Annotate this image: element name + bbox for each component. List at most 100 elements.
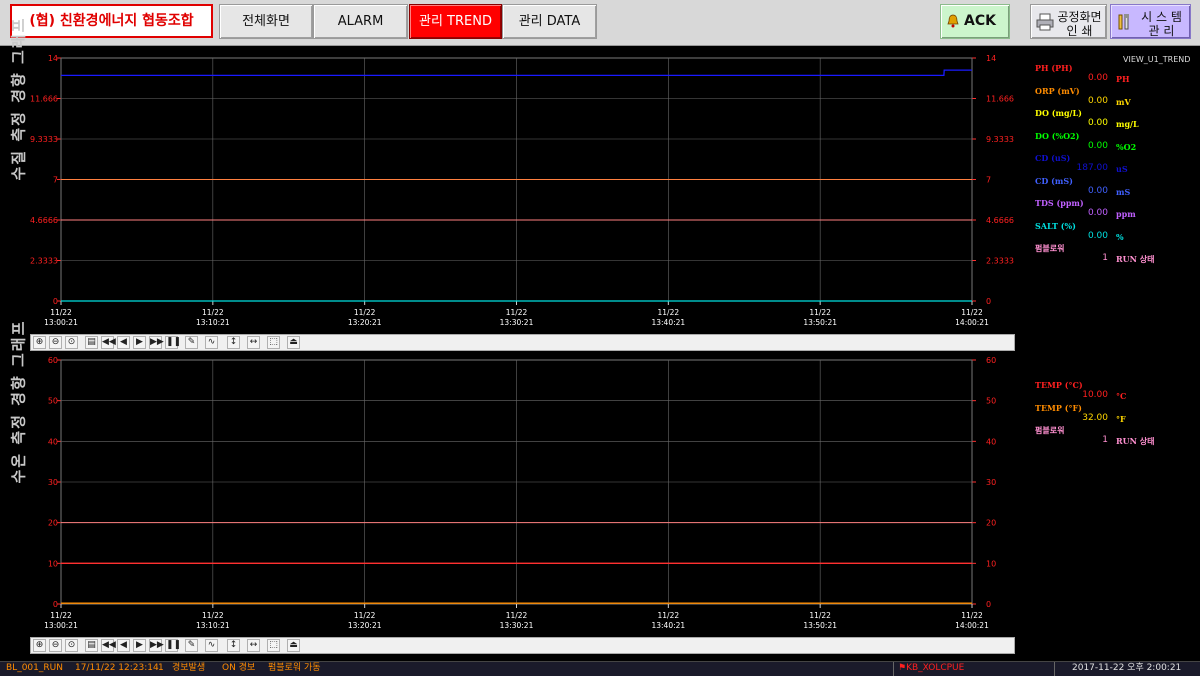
top-x-tick-date: 11/22: [506, 308, 528, 317]
brand-title: (협) 친환경에너지 협동조합: [10, 4, 213, 38]
bottom-y-tick-label-left: 40: [48, 437, 58, 446]
legend-series-unit: uS: [1116, 164, 1128, 174]
x-scale-icon[interactable]: ↔: [247, 336, 260, 349]
legend-series-unit: mg/L: [1116, 119, 1139, 129]
top-trend-chart[interactable]: 14 14 11.666 11.666 9.3333 9.3333 7 7 4.6666 4.66…: [0, 46, 1030, 334]
legend-series-name: PH (PH): [1035, 63, 1073, 73]
print-label-2: 인 쇄: [1066, 24, 1093, 38]
top-toolbar: (협) 친환경에너지 협동조합 전체화면 ALARM 관리 TREND 관리 D…: [0, 0, 1200, 46]
step-forward-icon[interactable]: ▶: [133, 639, 146, 652]
rewind-fast-icon[interactable]: ◀◀: [101, 336, 116, 349]
nav-overview-button[interactable]: 전체화면: [219, 4, 313, 39]
bottom-x-tick-time: 13:00:21: [44, 621, 78, 630]
print-icon[interactable]: ▤: [85, 336, 98, 349]
step-forward-icon[interactable]: ▶: [133, 336, 146, 349]
legend-series-unit: RUN 상태: [1116, 436, 1155, 446]
legend-series-unit: %: [1116, 231, 1124, 242]
step-back-icon[interactable]: ◀: [117, 639, 130, 652]
x-scale-icon[interactable]: ↔: [247, 639, 260, 652]
bottom-y-tick-label-left: 50: [48, 397, 58, 406]
bottom-x-tick-time: 13:10:21: [196, 621, 230, 630]
bottom-x-tick-time: 13:20:21: [348, 621, 382, 630]
top-y-tick-label-left: 2.3333: [30, 257, 58, 266]
trend-style-icon[interactable]: ∿: [205, 639, 218, 652]
bottom-y-tick-label-left: 0: [53, 600, 58, 609]
legend-series-value: 1: [1102, 253, 1108, 263]
top-x-tick-date: 11/22: [658, 308, 680, 317]
forward-fast-icon[interactable]: ▶▶: [149, 639, 164, 652]
system-management-button[interactable]: 시 스 템 관 리: [1110, 4, 1191, 39]
top-y-tick-label-right: 0: [986, 297, 991, 306]
bottom-x-tick-time: 13:40:21: [651, 621, 685, 630]
print-icon[interactable]: ▤: [85, 639, 98, 652]
top-x-tick-time: 13:00:21: [44, 318, 78, 327]
bottom-x-tick-time: 13:50:21: [803, 621, 837, 630]
top-y-tick-label-left: 7: [53, 176, 58, 185]
forward-fast-icon[interactable]: ▶▶: [149, 336, 164, 349]
legend-series-value: 1: [1102, 435, 1108, 445]
top-x-tick-time: 13:50:21: [803, 318, 837, 327]
zoom-in-icon[interactable]: ⊕: [33, 336, 46, 349]
bottom-y-tick-label-right: 40: [986, 437, 996, 446]
range-icon[interactable]: ⬚: [267, 336, 280, 349]
top-trend-toolbar: ⊕ ⊖ ⊙ ▤ ◀◀ ◀ ▶ ▶▶ ❚❚ ✎ ∿ ↕ ↔ ⬚ ⏏: [30, 334, 1015, 351]
nav-trend-button[interactable]: 관리 TREND: [409, 4, 502, 39]
bottom-trend-chart[interactable]: 60 6050 5040 4030 3020 2010 100 011/2213:00:211…: [0, 352, 1030, 636]
status-count: 1: [158, 663, 164, 673]
bell-icon: [947, 14, 959, 28]
eject-icon[interactable]: ⏏: [287, 639, 300, 652]
top-y-tick-label-right: 2.3333: [986, 257, 1014, 266]
bottom-x-tick-time: 13:30:21: [500, 621, 534, 630]
bottom-x-tick-date: 11/22: [354, 611, 376, 620]
bottom-y-tick-label-right: 10: [986, 559, 996, 568]
top-x-tick-date: 11/22: [809, 308, 831, 317]
status-tag: BL_001_RUN: [6, 663, 63, 673]
pens-icon[interactable]: ✎: [185, 639, 198, 652]
top-y-tick-label-left: 0: [53, 297, 58, 306]
eject-icon[interactable]: ⏏: [287, 336, 300, 349]
step-back-icon[interactable]: ◀: [117, 336, 130, 349]
bottom-y-tick-label-right: 30: [986, 478, 996, 487]
legend-series-name: CD (mS): [1035, 175, 1073, 186]
nav-alarm-button[interactable]: ALARM: [313, 4, 408, 39]
legend-series-value: 0.00: [1087, 208, 1108, 218]
bottom-x-tick-date: 11/22: [202, 611, 224, 620]
top-y-tick-label-right: 4.6666: [986, 216, 1014, 225]
status-alarm-code[interactable]: ⚑KB_XOLCPUE: [898, 662, 964, 675]
zoom-reset-icon[interactable]: ⊙: [65, 639, 78, 652]
alarm-flag-icon: ⚑: [898, 663, 907, 673]
rewind-fast-icon[interactable]: ◀◀: [101, 639, 116, 652]
top-x-tick-date: 11/22: [202, 308, 224, 317]
ack-button[interactable]: ACK: [940, 4, 1010, 39]
legend-series-name: TEMP (°F): [1035, 402, 1082, 413]
top-y-tick-label-left: 9.3333: [30, 135, 58, 144]
legend-series-value: 0.00: [1087, 73, 1108, 83]
top-y-tick-label-right: 11.666: [986, 95, 1014, 104]
top-x-tick-time: 13:30:21: [500, 318, 534, 327]
nav-data-button[interactable]: 관리 DATA: [502, 4, 597, 39]
trend-style-icon[interactable]: ∿: [205, 336, 218, 349]
zoom-out-icon[interactable]: ⊖: [49, 639, 62, 652]
top-y-tick-label-left: 11.666: [30, 95, 58, 104]
print-screen-button[interactable]: 공정화면 인 쇄: [1030, 4, 1107, 39]
top-x-tick-time: 13:20:21: [348, 318, 382, 327]
zoom-reset-icon[interactable]: ⊙: [65, 336, 78, 349]
zoom-in-icon[interactable]: ⊕: [33, 639, 46, 652]
y-scale-icon[interactable]: ↕: [227, 639, 240, 652]
y-scale-icon[interactable]: ↕: [227, 336, 240, 349]
pause-icon[interactable]: ❚❚: [165, 336, 181, 349]
status-datetime: 17/11/22 12:23:14: [75, 663, 159, 673]
top-y-tick-label-left: 4.6666: [30, 216, 58, 225]
status-divider: [1054, 662, 1055, 676]
legend-series-unit: mV: [1116, 96, 1131, 107]
legend-series-value: 187.00: [1076, 163, 1109, 173]
top-y-tick-label-right: 9.3333: [986, 135, 1014, 144]
top-x-tick-date: 11/22: [50, 308, 72, 317]
pause-icon[interactable]: ❚❚: [165, 639, 181, 652]
bottom-x-tick-date: 11/22: [809, 611, 831, 620]
legend-series-value: 32.00: [1082, 412, 1108, 423]
range-icon[interactable]: ⬚: [267, 639, 280, 652]
top-y-tick-label-left: 14: [48, 54, 58, 63]
zoom-out-icon[interactable]: ⊖: [49, 336, 62, 349]
pens-icon[interactable]: ✎: [185, 336, 198, 349]
